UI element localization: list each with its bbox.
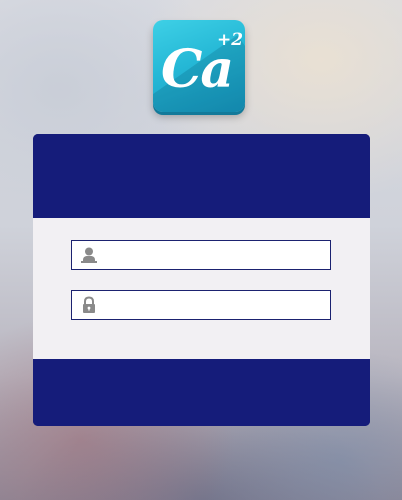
- login-panel-footer: [33, 359, 370, 426]
- password-field[interactable]: [71, 290, 331, 320]
- username-field[interactable]: [71, 240, 331, 270]
- logo-superscript: +2: [217, 30, 244, 50]
- login-form: [33, 218, 370, 359]
- login-panel-header: [33, 134, 370, 218]
- login-panel: [33, 134, 370, 426]
- password-input[interactable]: [104, 291, 326, 319]
- lock-icon: [80, 296, 98, 314]
- user-icon: [80, 246, 98, 264]
- username-input[interactable]: [104, 241, 326, 269]
- app-logo: Ca +2: [153, 20, 245, 112]
